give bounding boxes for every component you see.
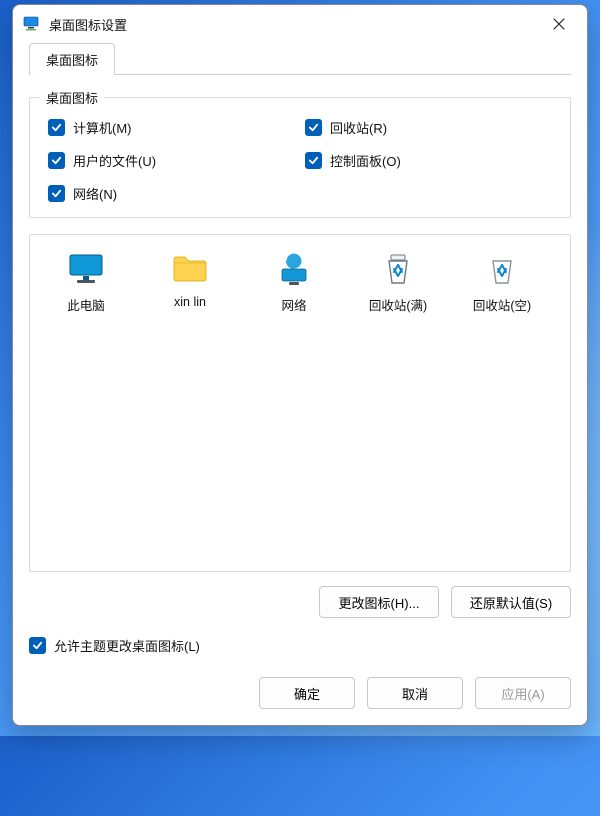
checkbox-label: 计算机(M) xyxy=(73,118,132,137)
content-area: 桌面图标 桌面图标 计算机(M) 回收站(R) xyxy=(13,43,587,667)
checkbox-label: 允许主题更改桌面图标(L) xyxy=(54,636,200,655)
desktop-icon-settings-dialog: 桌面图标设置 桌面图标 桌面图标 计算机(M) xyxy=(12,4,588,726)
checkbox-recycle-bin[interactable]: 回收站(R) xyxy=(305,118,552,137)
icon-item-this-pc[interactable]: 此电脑 xyxy=(36,245,136,314)
checkbox-icon xyxy=(48,185,65,202)
tab-bar: 桌面图标 xyxy=(29,45,571,75)
desktop-icons-group: 桌面图标 计算机(M) 回收站(R) xyxy=(29,97,571,218)
checkbox-allow-themes[interactable]: 允许主题更改桌面图标(L) xyxy=(29,636,571,655)
checkbox-user-files[interactable]: 用户的文件(U) xyxy=(48,151,295,170)
checkbox-icon xyxy=(305,152,322,169)
icon-item-recycle-empty[interactable]: 回收站(空) xyxy=(452,245,552,314)
restore-defaults-button[interactable]: 还原默认值(S) xyxy=(451,586,571,618)
cancel-button[interactable]: 取消 xyxy=(367,677,463,709)
checkbox-icon xyxy=(48,119,65,136)
icon-item-network[interactable]: 网络 xyxy=(244,245,344,314)
close-button[interactable] xyxy=(537,9,581,39)
checkbox-label: 网络(N) xyxy=(73,184,117,203)
icon-label: 此电脑 xyxy=(67,295,105,314)
recycle-bin-full-icon xyxy=(378,249,418,289)
tab-desktop-icons[interactable]: 桌面图标 xyxy=(29,43,115,75)
change-icon-button[interactable]: 更改图标(H)... xyxy=(319,586,439,618)
checkbox-control-panel[interactable]: 控制面板(O) xyxy=(305,151,552,170)
apply-button[interactable]: 应用(A) xyxy=(475,677,571,709)
icon-label: 回收站(空) xyxy=(473,295,531,314)
network-icon xyxy=(274,249,314,289)
icon-label: 网络 xyxy=(281,295,306,314)
icon-preview-list[interactable]: 此电脑 xin lin xyxy=(29,234,571,572)
checkbox-computer[interactable]: 计算机(M) xyxy=(48,118,295,137)
icon-label: 回收站(满) xyxy=(369,295,427,314)
checkbox-icon xyxy=(305,119,322,136)
window-title: 桌面图标设置 xyxy=(49,15,537,34)
group-legend: 桌面图标 xyxy=(40,88,104,107)
checkbox-network[interactable]: 网络(N) xyxy=(48,184,295,203)
icon-item-recycle-full[interactable]: 回收站(满) xyxy=(348,245,448,314)
folder-icon xyxy=(170,249,210,289)
titlebar: 桌面图标设置 xyxy=(13,5,587,43)
icon-label: xin lin xyxy=(174,295,206,309)
checkbox-label: 用户的文件(U) xyxy=(73,151,156,170)
computer-icon xyxy=(66,249,106,289)
icon-item-user-folder[interactable]: xin lin xyxy=(140,245,240,309)
recycle-bin-empty-icon xyxy=(482,249,522,289)
checkbox-label: 回收站(R) xyxy=(330,118,387,137)
dialog-footer: 确定 取消 应用(A) xyxy=(13,667,587,725)
checkbox-icon xyxy=(29,637,46,654)
close-icon xyxy=(553,18,565,30)
checkbox-icon xyxy=(48,152,65,169)
app-icon xyxy=(23,15,41,33)
checkbox-label: 控制面板(O) xyxy=(330,151,401,170)
ok-button[interactable]: 确定 xyxy=(259,677,355,709)
